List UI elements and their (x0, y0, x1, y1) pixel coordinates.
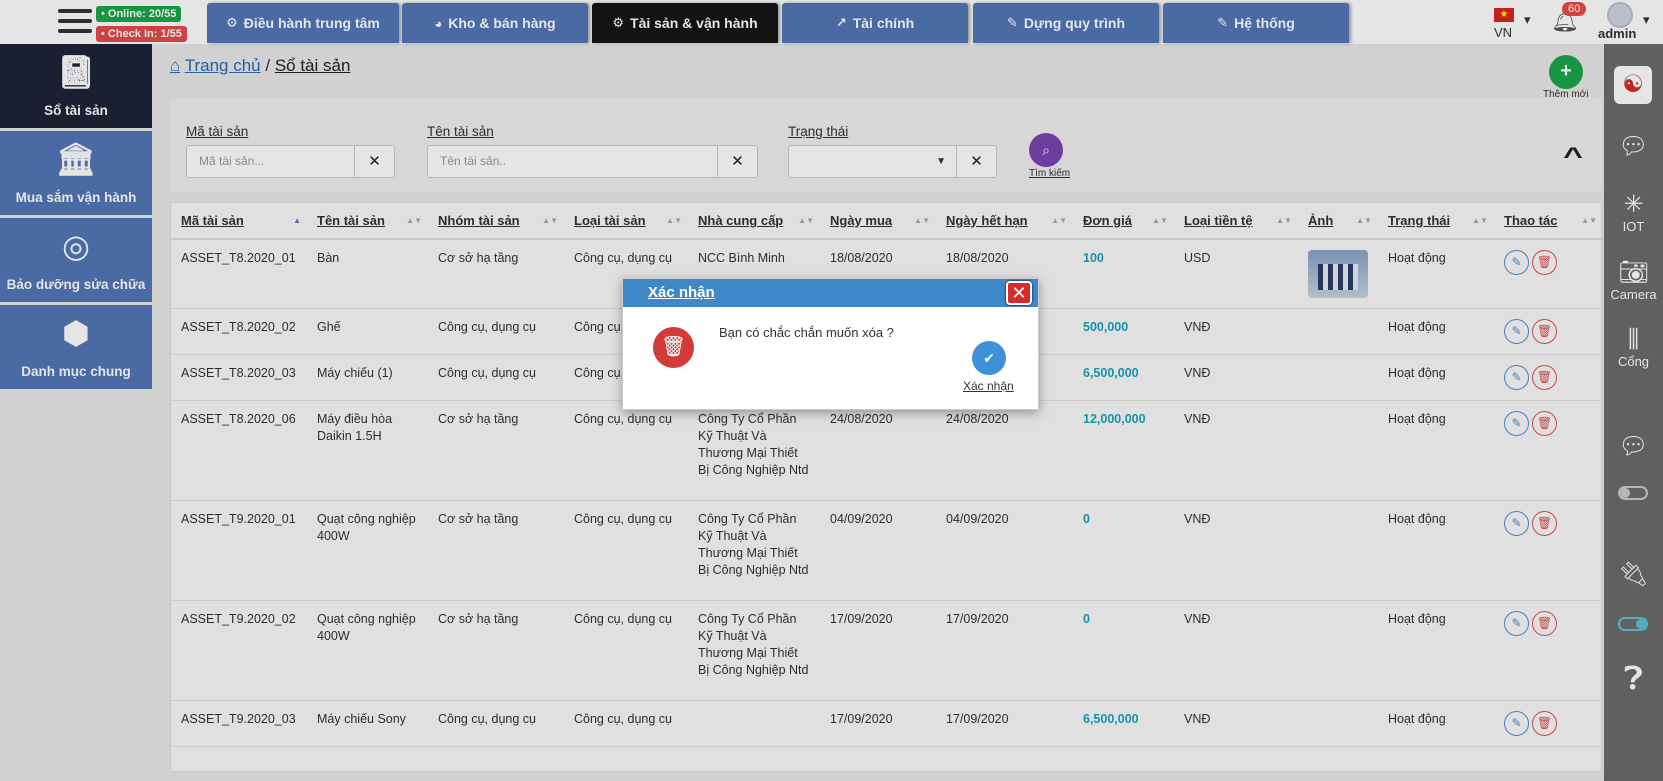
confirm-button[interactable]: ✔ (972, 341, 1006, 375)
confirm-label[interactable]: Xác nhận (963, 379, 1014, 393)
close-icon: ✕ (1011, 283, 1027, 303)
trash-icon: 🗑︎ (653, 327, 694, 368)
close-dialog-button[interactable]: ✕ (1006, 281, 1032, 305)
confirm-dialog: Xác nhận ✕ 🗑︎ Bạn có chắc chắn muốn xóa … (622, 278, 1039, 410)
dialog-message: Bạn có chắc chắn muốn xóa ? (719, 325, 894, 340)
check-icon: ✔ (983, 350, 995, 366)
dialog-title: Xác nhận ✕ (623, 279, 1038, 307)
